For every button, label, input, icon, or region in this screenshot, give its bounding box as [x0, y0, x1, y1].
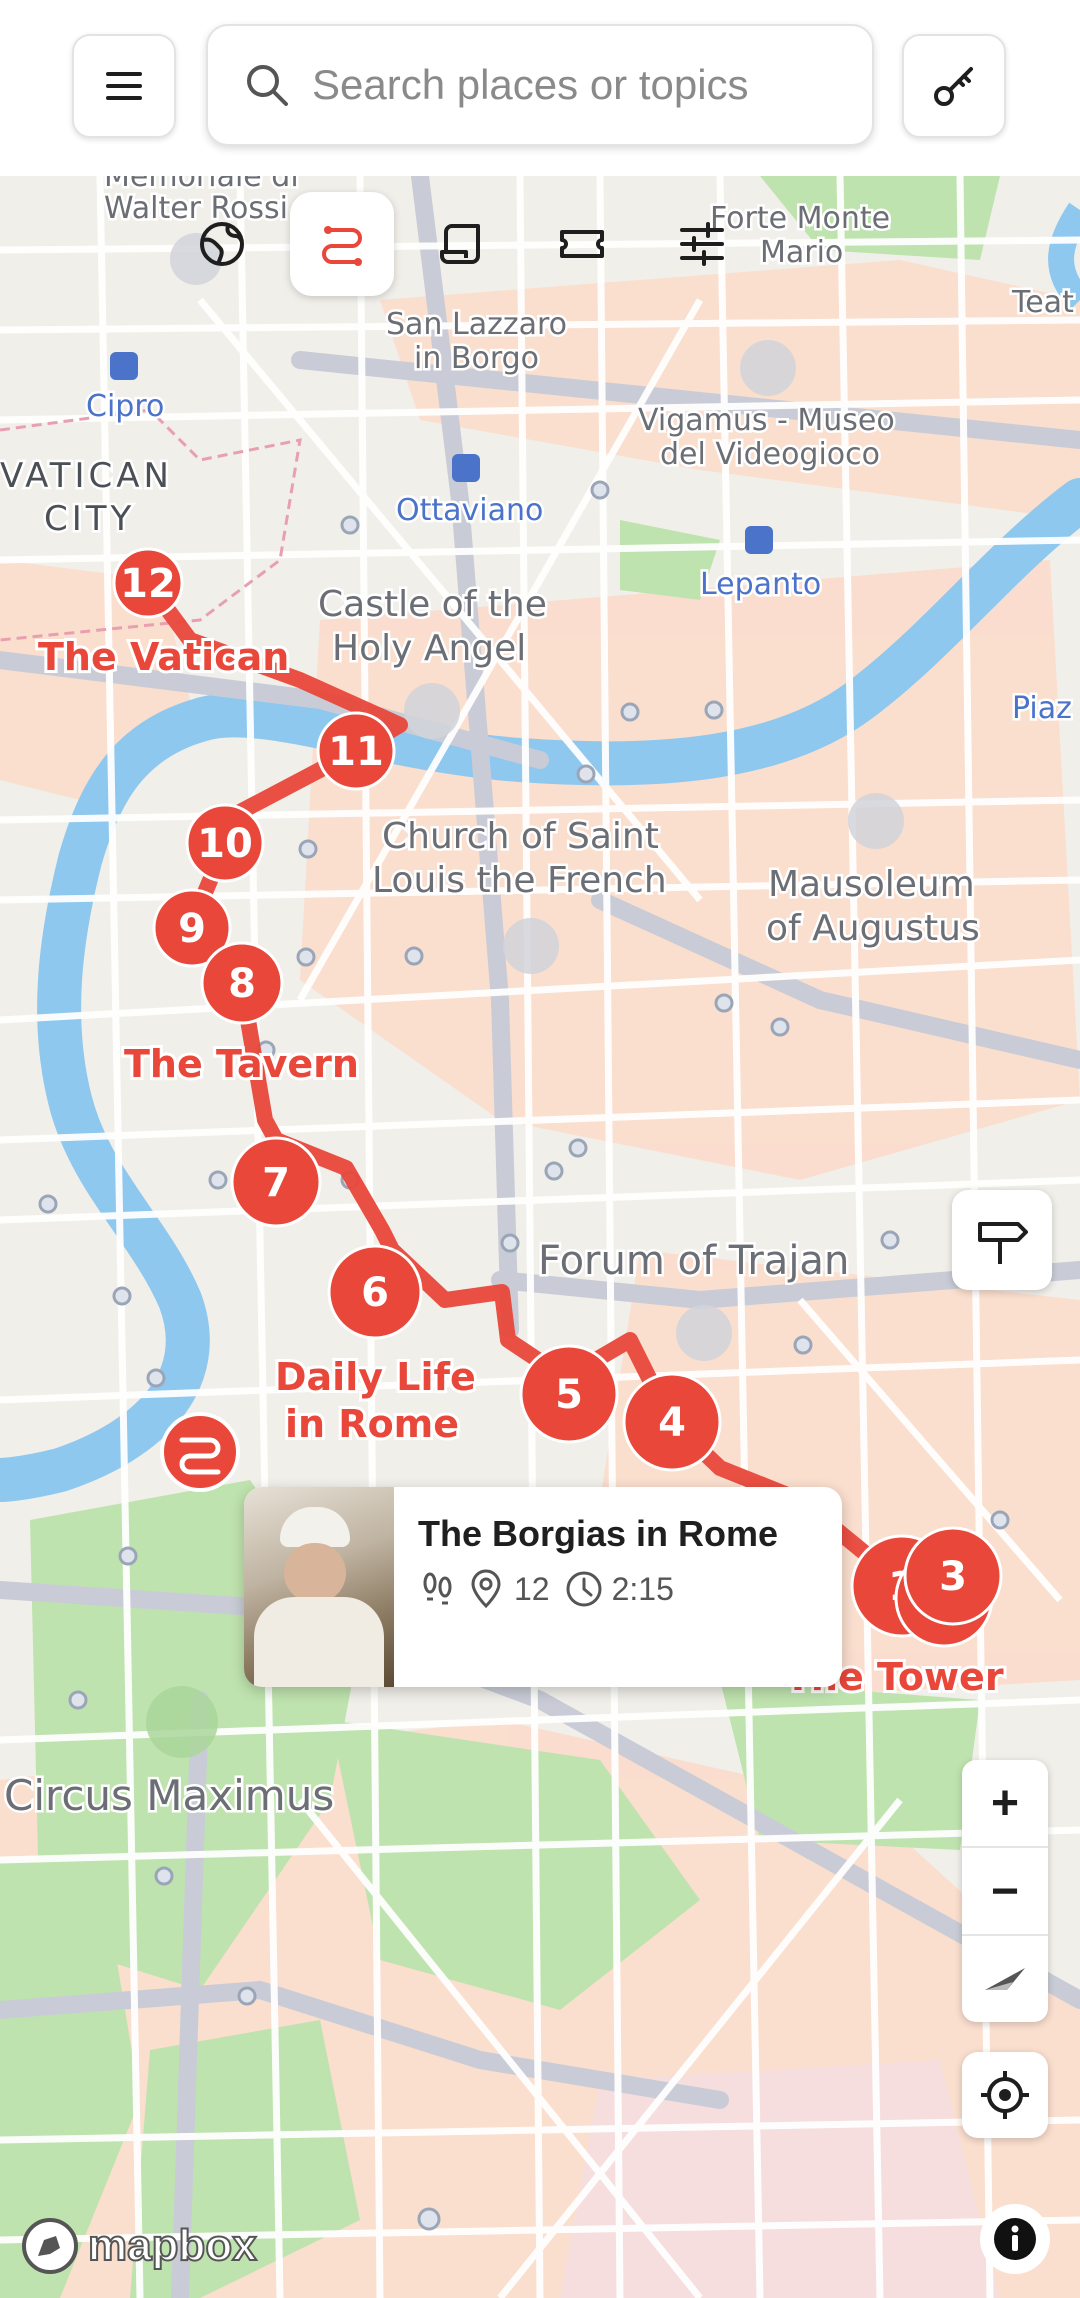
place-label-piaz: Piaz — [1012, 691, 1072, 726]
svg-text:8: 8 — [228, 961, 256, 1007]
route-label-daily-life-1: Daily Life — [275, 1355, 476, 1399]
search-input[interactable]: Search places or topics — [206, 24, 874, 146]
tour-duration: 2:15 — [611, 1570, 674, 1607]
hamburger-icon — [106, 72, 142, 100]
svg-text:7: 7 — [262, 1160, 290, 1206]
tour-meta: 12 2:15 — [418, 1569, 818, 1609]
place-label-forte-2: Mario — [760, 235, 843, 270]
svg-text:10: 10 — [197, 821, 253, 867]
tour-title: The Borgias in Rome — [418, 1513, 779, 1554]
svg-text:3: 3 — [939, 1554, 967, 1600]
place-label-forum: Forum of Trajan — [538, 1238, 849, 1284]
place-label-vigamus-1: Vigamus - Museo — [638, 403, 895, 438]
svg-text:12: 12 — [120, 561, 176, 607]
svg-text:5: 5 — [555, 1372, 583, 1418]
info-button[interactable] — [980, 2204, 1050, 2274]
place-label-mausoleum-2: of Augustus — [766, 908, 980, 949]
mapbox-attribution[interactable]: mapbox — [20, 2216, 258, 2276]
zoom-in-icon: + — [990, 1776, 1020, 1830]
route-stop-3[interactable]: 3 — [903, 1526, 1003, 1626]
compass-button[interactable] — [962, 1936, 1048, 2022]
layer-tours-button[interactable] — [290, 192, 394, 296]
zoom-controls: + − — [962, 1760, 1048, 2022]
place-label-church-1: Church of Saint — [382, 816, 659, 857]
place-label-lepanto: Lepanto — [700, 567, 821, 602]
globe-icon — [200, 222, 244, 266]
scroll-icon — [440, 224, 480, 264]
layer-tickets-button[interactable] — [530, 192, 634, 296]
svg-text:9: 9 — [178, 906, 206, 952]
zoom-out-icon: − — [990, 1864, 1020, 1918]
route-label-daily-life-2: in Rome — [285, 1402, 459, 1446]
compass-icon — [985, 1968, 1025, 1990]
mapbox-logo-icon — [22, 2218, 78, 2274]
search-icon — [247, 65, 288, 106]
place-label-san-lazzaro-1: San Lazzaro — [386, 307, 567, 342]
route-stop-5[interactable]: 5 — [519, 1344, 619, 1444]
route-label-tavern: The Tavern — [124, 1042, 359, 1086]
place-label-vigamus-2: del Videogioco — [660, 437, 880, 472]
route-stop-6[interactable]: 6 — [327, 1244, 423, 1340]
place-label-teat: Teat — [1011, 285, 1074, 320]
clock-icon — [566, 1571, 602, 1607]
zoom-out-button[interactable]: − — [962, 1848, 1048, 1936]
route-icon — [322, 226, 362, 266]
signpost-icon — [978, 1222, 1028, 1264]
place-label-castle-1: Castle of the — [318, 584, 547, 625]
key-button[interactable] — [902, 34, 1006, 138]
info-icon — [994, 2218, 1036, 2260]
key-icon — [934, 67, 973, 106]
layer-explore-button[interactable] — [170, 192, 274, 296]
zoom-in-button[interactable]: + — [962, 1760, 1048, 1848]
route-stop-10[interactable]: 10 — [185, 803, 265, 883]
route-label-vatican: The Vatican — [38, 635, 289, 679]
sliders-icon — [680, 222, 724, 266]
route-stop-11[interactable]: 11 — [316, 711, 396, 791]
place-label-san-lazzaro-2: in Borgo — [414, 341, 539, 376]
footprints-icon — [423, 1572, 452, 1605]
layer-toolbar — [170, 192, 754, 308]
place-label-church-2: Louis the French — [372, 860, 667, 901]
layer-stories-button[interactable] — [410, 192, 514, 296]
top-bar: Search places or topics — [0, 0, 1080, 176]
route-stop-4[interactable]: 4 — [622, 1372, 722, 1472]
svg-text:11: 11 — [328, 729, 384, 775]
map-canvas[interactable]: The Vatican The Tavern Daily Life in Rom… — [0, 176, 1080, 2298]
place-label-vatican-2: CITY — [44, 499, 135, 539]
svg-text:4: 4 — [658, 1400, 686, 1446]
tour-start-marker[interactable] — [160, 1412, 240, 1492]
place-label-circus: Circus Maximus — [4, 1771, 334, 1820]
place-label-cipro: Cipro — [86, 389, 164, 424]
directions-button[interactable] — [952, 1190, 1052, 1290]
route-stop-8[interactable]: 8 — [200, 941, 284, 1025]
place-label-vatican-1: VATICAN — [0, 456, 173, 496]
locate-me-button[interactable] — [962, 2052, 1048, 2138]
place-label-castle-2: Holy Angel — [332, 628, 526, 669]
crosshair-icon — [981, 2071, 1029, 2119]
ticket-icon — [560, 230, 604, 258]
menu-button[interactable] — [72, 34, 176, 138]
tour-stop-count: 12 — [514, 1570, 550, 1607]
tour-card[interactable]: The Borgias in Rome 12 2:15 — [244, 1487, 842, 1687]
search-placeholder: Search places or topics — [312, 61, 749, 108]
place-label-ottaviano: Ottaviano — [396, 493, 543, 528]
tour-info: The Borgias in Rome 12 2:15 — [394, 1487, 842, 1687]
place-label-mausoleum-1: Mausoleum — [768, 864, 975, 905]
svg-text:6: 6 — [361, 1270, 389, 1316]
tour-thumbnail — [244, 1487, 394, 1687]
pin-icon — [471, 1569, 501, 1609]
route-stop-12[interactable]: 12 — [112, 547, 184, 619]
mapbox-wordmark: mapbox — [87, 2220, 258, 2271]
layer-filters-button[interactable] — [650, 192, 754, 296]
route-stop-7[interactable]: 7 — [230, 1136, 322, 1228]
